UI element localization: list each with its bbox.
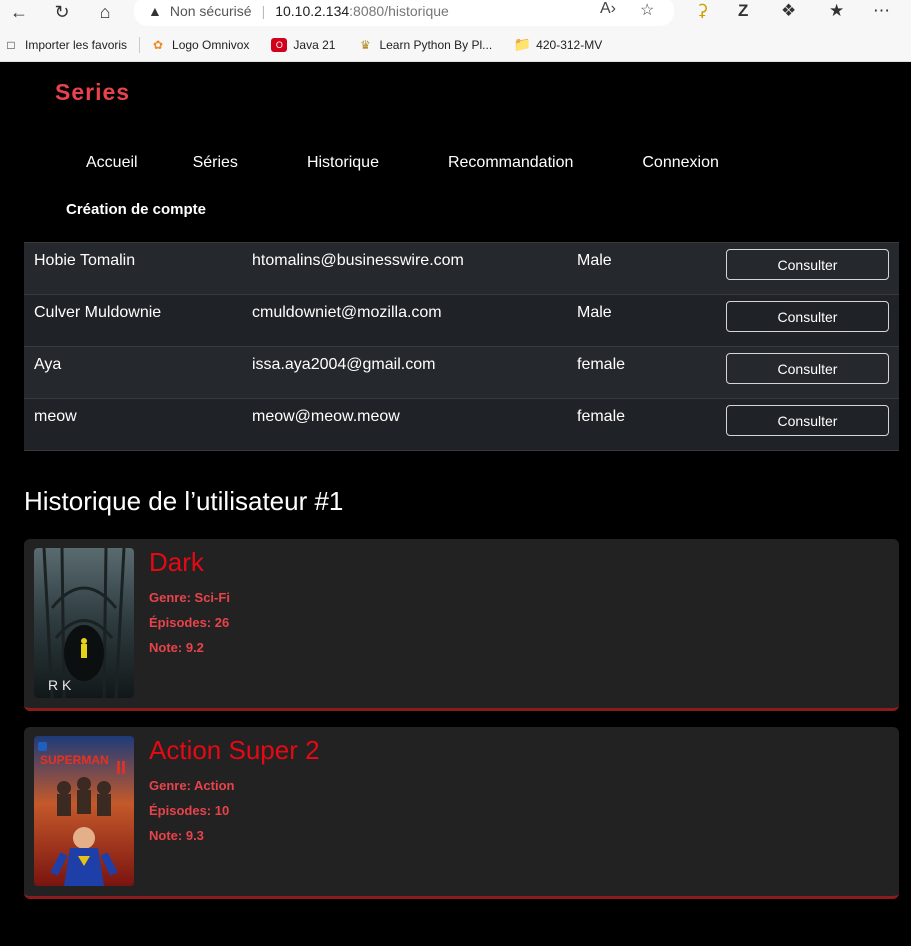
series-genre: Genre: Sci-Fi	[149, 590, 230, 605]
consult-button[interactable]: Consulter	[726, 353, 889, 384]
user-name: meow	[34, 408, 77, 425]
series-note: Note: 9.3	[149, 828, 204, 843]
bookmark-divider	[139, 36, 141, 53]
python-icon: ♛	[360, 37, 371, 52]
series-genre: Genre: Action	[149, 778, 235, 793]
series-card[interactable]: SUPERMAN II Action Super 2 Genre: Action…	[24, 727, 899, 899]
poster-text: R K	[48, 677, 72, 693]
history-title: Historique de l’utilisateur #1	[24, 486, 344, 516]
user-email: meow@meow.meow	[252, 408, 400, 425]
series-episodes: Épisodes: 10	[149, 803, 230, 818]
insecure-label: Non sécurisé	[169, 3, 252, 19]
series-poster[interactable]: R K	[34, 548, 134, 698]
series-episodes: Épisodes: 26	[149, 615, 230, 630]
address-separator: |	[261, 3, 266, 19]
bookmark-python[interactable]: ♛ Learn Python By Pl...	[357, 38, 492, 52]
consult-button[interactable]: Consulter	[726, 249, 889, 280]
user-name: Hobie Tomalin	[34, 252, 136, 269]
table-row: meow meow@meow.meow female Consulter	[24, 399, 899, 451]
series-poster[interactable]: SUPERMAN II	[34, 736, 134, 886]
refresh-icon[interactable]: ↻	[47, 0, 77, 24]
back-icon[interactable]: ←	[4, 0, 34, 24]
bookmark-import[interactable]: □ Importer les favoris	[3, 38, 127, 52]
user-gender: female	[577, 356, 626, 373]
user-gender: female	[577, 408, 626, 425]
warning-icon: ▲	[148, 3, 162, 19]
user-gender: Male	[577, 252, 612, 269]
nav-recommandation[interactable]: Recommandation	[448, 154, 573, 172]
series-title[interactable]: Dark	[149, 547, 204, 578]
site-logo[interactable]: Series	[55, 79, 130, 106]
table-row: Culver Muldownie cmuldowniet@mozilla.com…	[24, 295, 899, 347]
bookmark-folder[interactable]: 📁 420-312-MV	[513, 36, 602, 52]
page: Series Accueil Séries Historique Recomma…	[0, 62, 911, 946]
user-email: htomalins@businesswire.com	[252, 252, 464, 269]
series-title[interactable]: Action Super 2	[149, 735, 320, 766]
user-name: Aya	[34, 356, 62, 373]
favorites-icon[interactable]: ★	[829, 0, 844, 22]
main-nav: Accueil Séries Historique Recommandation…	[86, 154, 719, 172]
bookmark-java[interactable]: O Java 21	[271, 37, 335, 52]
read-aloud-icon[interactable]: A›	[600, 0, 616, 18]
nav-creation-compte[interactable]: Création de compte	[66, 201, 206, 218]
svg-text:II: II	[116, 758, 126, 778]
nav-historique[interactable]: Historique	[307, 154, 379, 172]
table-row: Aya issa.aya2004@gmail.com female Consul…	[24, 347, 899, 399]
nav-connexion[interactable]: Connexion	[642, 154, 719, 172]
consult-button[interactable]: Consulter	[726, 301, 889, 332]
url-path: :8080/historique	[349, 3, 449, 19]
bookmarks-bar: □ Importer les favoris ✿ Logo Omnivox O …	[0, 28, 911, 62]
home-icon[interactable]: ⌂	[90, 0, 120, 24]
series-card[interactable]: R K Dark Genre: Sci-Fi Épisodes: 26 Note…	[24, 539, 899, 711]
table-row: Hobie Tomalin htomalins@businesswire.com…	[24, 243, 899, 295]
extensions-puzzle-icon[interactable]: ❖	[781, 0, 796, 22]
flask-icon[interactable]: ⚳	[696, 0, 708, 22]
user-email: issa.aya2004@gmail.com	[252, 356, 436, 373]
users-table: Hobie Tomalin htomalins@businesswire.com…	[24, 242, 899, 451]
import-icon: □	[7, 37, 15, 52]
address-bar[interactable]: ▲ Non sécurisé | 10.10.2.134 :8080/histo…	[134, 0, 674, 26]
flower-icon: ✿	[153, 37, 164, 52]
poster-text: SUPERMAN	[40, 753, 109, 767]
series-note: Note: 9.2	[149, 640, 204, 655]
url-host: 10.10.2.134	[275, 3, 350, 19]
oracle-icon: O	[271, 37, 288, 52]
extension-z-icon[interactable]: Z	[738, 0, 748, 22]
user-name: Culver Muldownie	[34, 304, 162, 321]
favorite-star-icon[interactable]: ☆	[640, 0, 654, 20]
bookmark-omnivox[interactable]: ✿ Logo Omnivox	[150, 38, 249, 52]
folder-icon: 📁	[513, 36, 531, 52]
more-menu-icon[interactable]: ⋯	[873, 0, 890, 22]
nav-series[interactable]: Séries	[193, 154, 238, 172]
user-email: cmuldowniet@mozilla.com	[252, 304, 442, 321]
nav-accueil[interactable]: Accueil	[86, 154, 138, 172]
user-gender: Male	[577, 304, 612, 321]
consult-button[interactable]: Consulter	[726, 405, 889, 436]
browser-toolbar: ← ↻ ⌂ ▲ Non sécurisé | 10.10.2.134 :8080…	[0, 0, 911, 28]
